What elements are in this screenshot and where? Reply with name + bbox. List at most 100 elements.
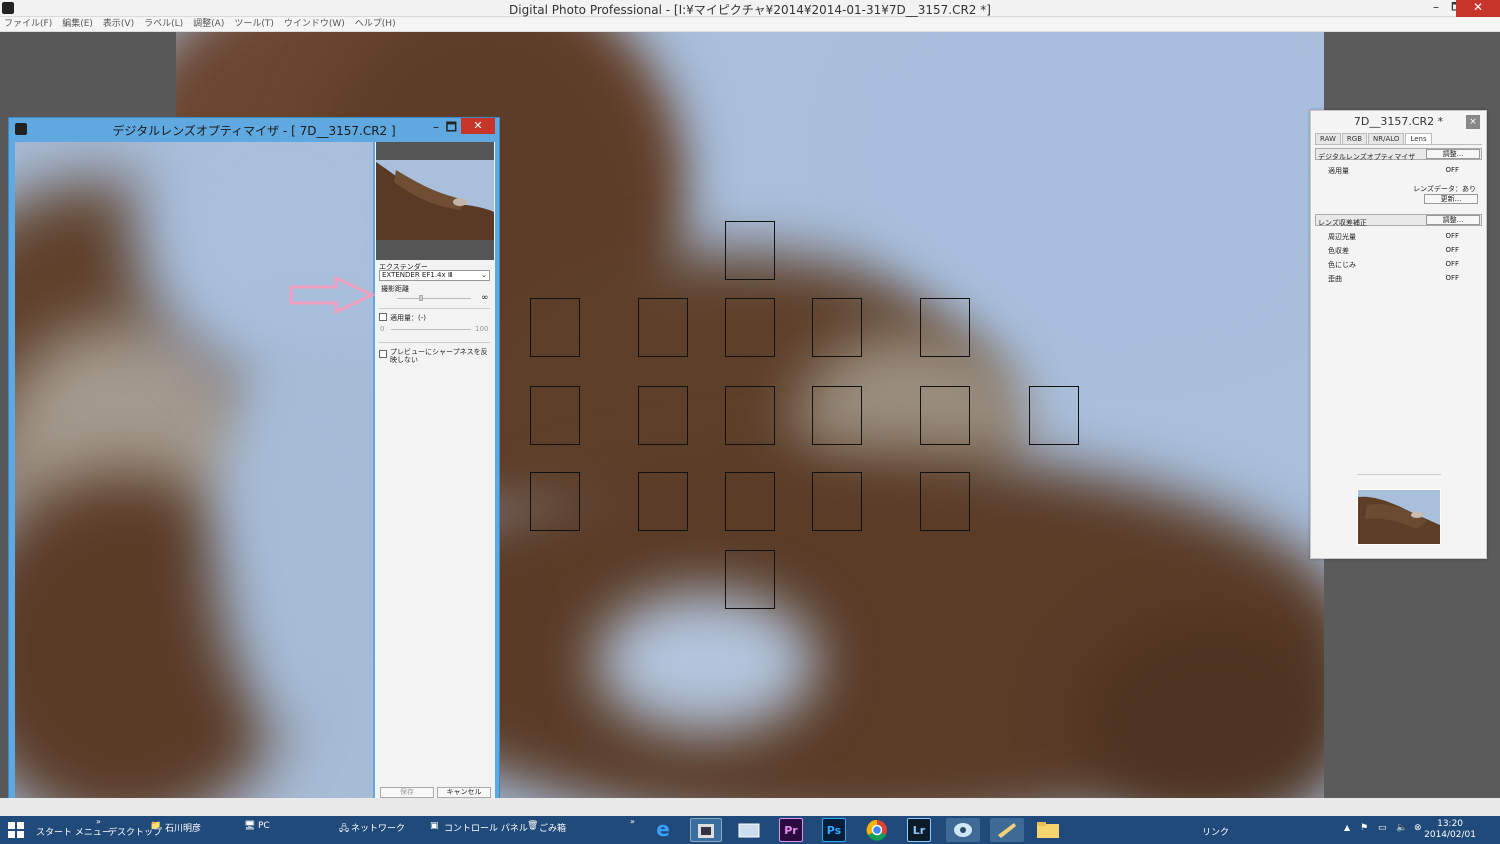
tab-rgb[interactable]: RGB — [1341, 133, 1368, 144]
af-point — [725, 386, 775, 445]
row-value: OFF — [1445, 260, 1459, 268]
tab-nr-alo[interactable]: NR/ALO — [1368, 133, 1405, 144]
af-point — [725, 550, 775, 609]
amount-checkbox[interactable] — [379, 313, 387, 321]
palette-tabs: RAW RGB NR/ALO Lens — [1315, 133, 1482, 145]
dpp-app-icon[interactable] — [690, 818, 722, 842]
folder-app-icon[interactable] — [1035, 818, 1061, 842]
volume-icon[interactable]: 🔈 — [1396, 823, 1407, 833]
menu-adjust[interactable]: 調整(A) — [193, 17, 224, 31]
af-point — [638, 386, 688, 445]
navigator-thumbnail[interactable] — [1357, 474, 1441, 545]
menu-file[interactable]: ファイル(F) — [4, 17, 52, 31]
amount-min-label: 0 — [380, 325, 385, 333]
distance-label: 撮影距離 — [381, 285, 409, 293]
clock-date: 2014/02/01 — [1424, 830, 1476, 840]
distance-slider[interactable] — [397, 298, 471, 299]
amount-max-label: 100 — [475, 325, 489, 333]
lens-data-row: レンズデータ：あり — [1311, 182, 1486, 194]
menu-tools[interactable]: ツール(T) — [234, 17, 274, 31]
af-point — [1029, 386, 1079, 445]
lens-optimizer-dialog: デジタルレンズオプティマイザ - [ 7D__3157.CR2 ] – 🗖 ✕ … — [8, 117, 500, 817]
palette-title: 7D__3157.CR2 * × — [1311, 111, 1486, 133]
start-menu-label[interactable]: スタート メニュー — [36, 825, 111, 838]
chrome-icon[interactable] — [864, 818, 890, 842]
preview-sharpness-label: プレビューにシャープネスを反映しない — [390, 348, 488, 364]
af-point — [725, 221, 775, 280]
chevron-right-icon: » — [96, 817, 101, 826]
control-panel-icon: ▣ — [430, 821, 439, 831]
photoshop-icon[interactable]: Ps — [822, 818, 846, 842]
network-icon: 🖧 — [339, 824, 350, 834]
row-value: OFF — [1445, 232, 1459, 240]
taskbar-trash[interactable]: ごみ箱 — [539, 821, 566, 834]
status-tray-icon[interactable]: ⊗ — [1414, 823, 1422, 833]
menu-help[interactable]: ヘルプ(H) — [355, 17, 396, 31]
taskbar-pc[interactable]: PC — [258, 821, 270, 831]
chevron-down-icon: ⌄ — [481, 271, 487, 279]
af-point — [725, 298, 775, 357]
folder-icon: 📁 — [150, 821, 162, 831]
menu-view[interactable]: 表示(V) — [103, 17, 134, 31]
extender-select[interactable]: EXTENDER EF1.4x Ⅲ ⌄ — [379, 270, 490, 281]
aberration-adjust-button[interactable]: 調整... — [1426, 215, 1480, 225]
dlo-adjust-button[interactable]: 調整... — [1426, 149, 1480, 159]
tab-lens[interactable]: Lens — [1405, 133, 1432, 144]
taskbar-control-panel[interactable]: コントロール パネル — [444, 821, 528, 834]
flag-icon[interactable]: ⚑ — [1360, 823, 1368, 833]
aberration-list: 周辺光量 OFF 色収差 OFF 色にじみ OFF 歪曲 OFF — [1311, 230, 1486, 286]
update-button[interactable]: 更新... — [1424, 194, 1478, 204]
row-key: 色収差 — [1328, 247, 1349, 255]
divider — [379, 308, 490, 309]
palette-close-button[interactable]: × — [1466, 115, 1480, 129]
premiere-icon[interactable]: Pr — [779, 818, 803, 842]
explorer-app-icon[interactable] — [736, 818, 762, 842]
clock[interactable]: 13:20 2014/02/01 — [1424, 819, 1476, 841]
menu-edit[interactable]: 編集(E) — [62, 17, 93, 31]
menu-window[interactable]: ウインドウ(W) — [284, 17, 345, 31]
aberration-row: 色にじみ OFF — [1311, 258, 1486, 272]
aberration-row: 色収差 OFF — [1311, 244, 1486, 258]
chevron-right-icon: » — [630, 817, 635, 826]
af-point — [920, 298, 970, 357]
dialog-navigator[interactable] — [376, 142, 494, 260]
cancel-button[interactable]: キャンセル — [437, 787, 491, 798]
lens-data-text: レンズデータ：あり — [1413, 185, 1476, 193]
taskbar: スタート メニュー » デスクトップ 📁 石川明彦 🖥 PC 🖧 ネットワーク … — [0, 816, 1500, 844]
tray-expand-icon[interactable]: ▲ — [1344, 823, 1350, 832]
taskbar-user[interactable]: 石川明彦 — [165, 821, 201, 834]
dlo-section-header: デジタルレンズオプティマイザ 調整... — [1315, 148, 1482, 161]
pc-icon: 🖥 — [244, 821, 256, 831]
menu-label[interactable]: ラベル(L) — [144, 17, 183, 31]
distance-slider-handle[interactable] — [419, 295, 423, 301]
network-tray-icon[interactable]: ▭ — [1378, 823, 1387, 833]
tool-palette: 7D__3157.CR2 * × RAW RGB NR/ALO Lens デジタ… — [1310, 110, 1487, 559]
lightroom-icon[interactable]: Lr — [907, 818, 931, 842]
close-button[interactable]: ✕ — [1456, 0, 1500, 17]
dialog-minimize-button[interactable]: – — [433, 120, 439, 134]
paint-app-icon[interactable] — [990, 818, 1024, 842]
camera-app-icon[interactable] — [946, 818, 980, 842]
taskbar-link[interactable]: リンク — [1202, 825, 1229, 838]
preview-sharpness-checkbox[interactable] — [379, 350, 387, 358]
taskbar-network[interactable]: ネットワーク — [351, 821, 405, 834]
dialog-maximize-button[interactable]: 🗖 — [446, 118, 457, 139]
af-point — [920, 472, 970, 531]
ie-icon[interactable]: e — [650, 818, 676, 842]
row-key: 周辺光量 — [1328, 233, 1356, 241]
menu-bar: ファイル(F) 編集(E) 表示(V) ラベル(L) 調整(A) ツール(T) … — [0, 17, 1500, 32]
trash-icon: 🗑 — [527, 821, 539, 831]
dialog-close-button[interactable]: ✕ — [461, 118, 495, 134]
amount-key: 適用量 — [1328, 167, 1349, 175]
dialog-preview-image[interactable] — [15, 142, 373, 799]
update-row: 更新... — [1311, 194, 1486, 208]
row-value: OFF — [1445, 246, 1459, 254]
amount-label: 適用量：(-) — [390, 314, 426, 322]
tab-raw[interactable]: RAW — [1315, 133, 1341, 144]
amount-slider[interactable] — [391, 329, 471, 330]
af-point — [812, 298, 862, 357]
windows-logo-icon[interactable] — [8, 822, 24, 838]
amount-value: OFF — [1445, 166, 1459, 174]
row-value: OFF — [1445, 274, 1459, 282]
save-button[interactable]: 保存 — [380, 787, 434, 798]
